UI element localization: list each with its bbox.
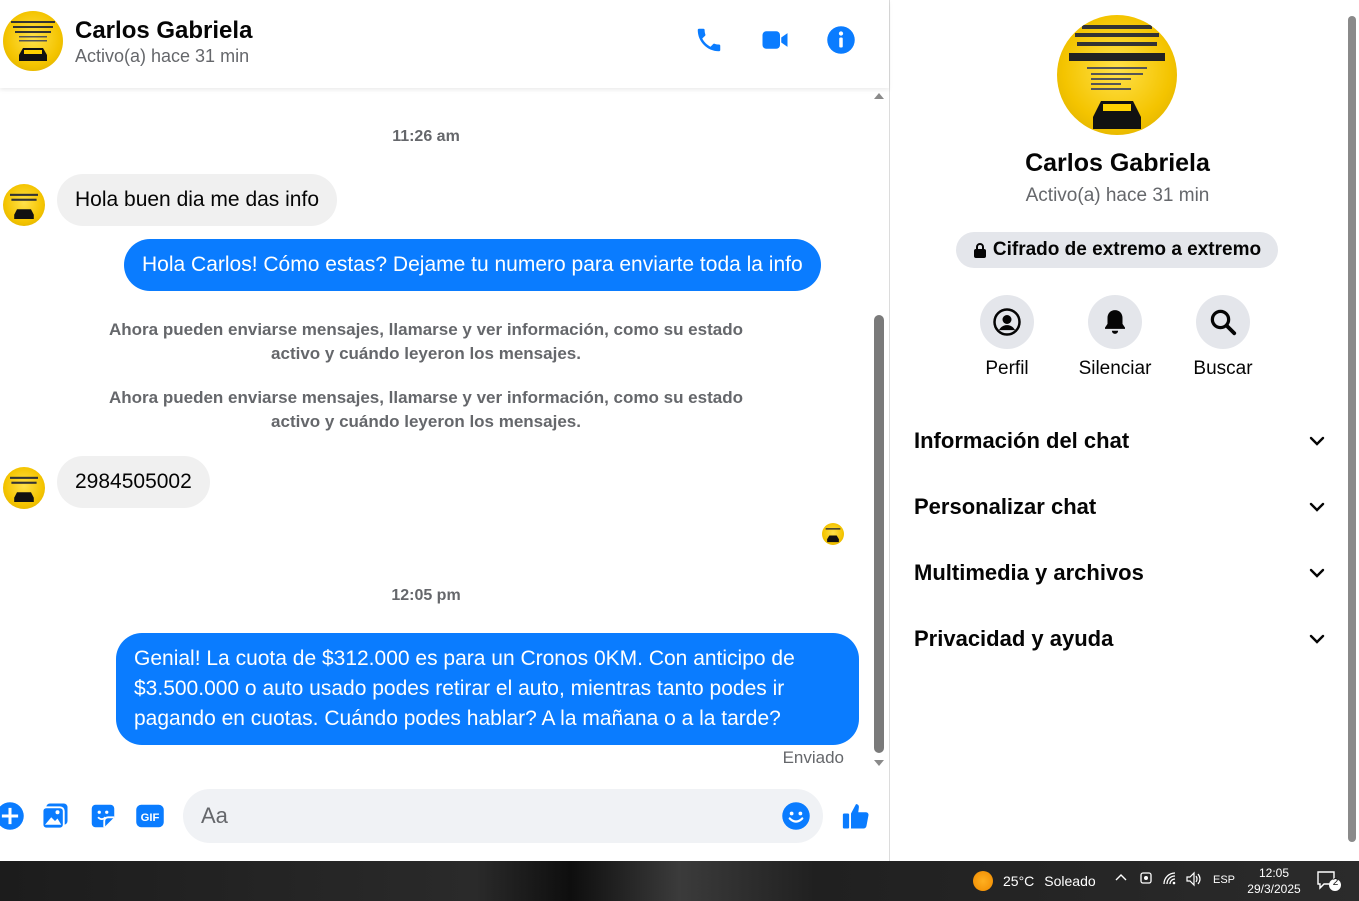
image-icon[interactable] [39, 800, 71, 832]
encryption-label: Cifrado de extremo a extremo [992, 239, 1262, 260]
chat-header: Carlos Gabriela Activo(a) hace 31 min [0, 0, 889, 88]
system-notice: Ahora pueden enviarse mensajes, llamarse… [109, 388, 743, 431]
section-label: Información del chat [914, 428, 1130, 453]
profile-icon[interactable] [980, 295, 1034, 349]
section-privacy-help[interactable]: Privacidad y ayuda [914, 619, 1326, 659]
composer: GIF [0, 780, 889, 852]
contact-status: Activo(a) hace 31 min [75, 46, 250, 66]
timestamp: 12:05 pm [391, 587, 461, 604]
weather-widget[interactable]: 25°C Soleado [973, 871, 1096, 891]
like-icon[interactable] [840, 800, 872, 832]
chat-column: Carlos Gabriela Activo(a) hace 31 min 11… [0, 0, 889, 861]
incoming-message[interactable]: Hola buen dia me das info [57, 174, 337, 226]
phone-icon[interactable] [693, 24, 725, 56]
chevron-down-icon [1309, 634, 1325, 644]
search-action[interactable]: Buscar [1173, 295, 1273, 380]
incoming-message[interactable]: 2984505002 [57, 456, 210, 508]
notification-center-icon[interactable]: 2 [1316, 870, 1342, 892]
messenger-window: Carlos Gabriela Activo(a) hace 31 min 11… [0, 0, 1359, 901]
weather-condition: Soleado [1044, 873, 1096, 889]
panel-contact-avatar[interactable] [1057, 15, 1177, 135]
contact-avatar[interactable] [3, 184, 45, 226]
section-label: Privacidad y ayuda [914, 626, 1114, 651]
video-icon[interactable] [759, 24, 791, 56]
sticker-icon[interactable] [87, 800, 119, 832]
meet-now-icon[interactable] [1139, 871, 1153, 890]
contact-avatar[interactable] [3, 11, 63, 71]
emoji-icon[interactable] [780, 800, 812, 832]
contact-avatar[interactable] [3, 467, 45, 509]
mute-label: Silenciar [1078, 358, 1152, 379]
chevron-up-icon[interactable] [1114, 871, 1128, 888]
sent-status: Enviado [782, 748, 844, 767]
lock-icon [973, 243, 986, 258]
section-chat-info[interactable]: Información del chat [914, 421, 1326, 461]
taskbar-clock[interactable]: 12:05 29/3/2025 [1240, 865, 1308, 897]
profile-label: Perfil [985, 358, 1029, 379]
message-input[interactable] [183, 789, 823, 843]
language-indicator[interactable]: ESP [1213, 874, 1235, 886]
panel-contact-name: Carlos Gabriela [1025, 149, 1210, 177]
outgoing-message[interactable]: Hola Carlos! Cómo estas? Dejame tu numer… [124, 239, 821, 291]
system-notice: Ahora pueden enviarse mensajes, llamarse… [109, 320, 743, 363]
scroll-down-arrow[interactable] [874, 760, 884, 766]
sun-icon [973, 871, 993, 891]
volume-icon[interactable] [1185, 871, 1203, 890]
message-scrollbar[interactable] [870, 88, 888, 770]
chat-info-panel: Carlos Gabriela Activo(a) hace 31 min Ci… [890, 0, 1345, 861]
search-label: Buscar [1193, 358, 1253, 379]
scroll-up-arrow[interactable] [874, 93, 884, 99]
scrollbar-thumb[interactable] [874, 315, 884, 753]
mute-action[interactable]: Silenciar [1065, 295, 1165, 380]
outgoing-message[interactable]: Genial! La cuota de $312.000 es para un … [116, 633, 859, 745]
section-label: Personalizar chat [914, 494, 1097, 519]
chevron-down-icon [1309, 568, 1325, 578]
section-customize-chat[interactable]: Personalizar chat [914, 487, 1326, 527]
page-scrollbar-thumb[interactable] [1348, 16, 1356, 842]
section-media-files[interactable]: Multimedia y archivos [914, 553, 1326, 593]
gif-icon[interactable]: GIF [134, 800, 166, 832]
clock-date: 29/3/2025 [1247, 882, 1301, 896]
plus-icon[interactable] [0, 800, 26, 832]
timestamp: 11:26 am [392, 128, 460, 145]
profile-action[interactable]: Perfil [957, 295, 1057, 380]
section-label: Multimedia y archivos [914, 560, 1144, 585]
info-icon[interactable] [825, 24, 857, 56]
clock-time: 12:05 [1258, 866, 1290, 880]
chevron-down-icon [1309, 502, 1325, 512]
notification-count: 2 [1332, 877, 1339, 888]
page-scrollbar[interactable] [1345, 0, 1359, 861]
windows-taskbar: 25°C Soleado ESP 12:05 29/3/2025 2 [0, 861, 1359, 901]
temperature: 25°C [1003, 873, 1035, 889]
message-list[interactable]: 11:26 am Hola buen dia me das info Hola … [0, 88, 870, 768]
contact-name[interactable]: Carlos Gabriela [75, 17, 252, 45]
search-icon[interactable] [1196, 295, 1250, 349]
panel-contact-status: Activo(a) hace 31 min [1025, 185, 1210, 206]
seen-indicator-avatar [822, 523, 844, 545]
encryption-badge[interactable]: Cifrado de extremo a extremo [956, 232, 1278, 268]
chevron-down-icon [1309, 436, 1325, 446]
wifi-icon[interactable] [1162, 871, 1178, 890]
bell-icon[interactable] [1088, 295, 1142, 349]
svg-text:GIF: GIF [141, 812, 160, 824]
